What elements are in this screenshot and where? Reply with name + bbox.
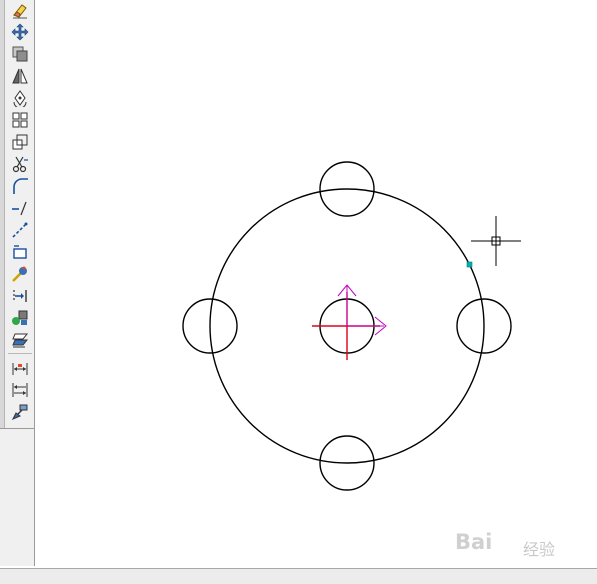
fillet-tool-button[interactable]	[10, 176, 30, 196]
explode-tool-button[interactable]	[10, 264, 30, 284]
status-bar	[0, 568, 597, 584]
watermark-subtext: 经验	[523, 540, 556, 559]
layer-icon	[12, 333, 29, 348]
dimension-tool-button[interactable]	[10, 359, 30, 379]
crosshair-cursor	[471, 216, 521, 266]
move-tool-button[interactable]	[10, 22, 30, 42]
scissors-icon	[12, 156, 28, 173]
mirror-icon	[12, 68, 28, 84]
toolbar-separator	[8, 353, 32, 354]
toolbar-grip[interactable]	[0, 0, 5, 428]
stretch-tool-button[interactable]	[10, 242, 30, 262]
dimension-icon	[12, 363, 28, 375]
extend-tool-button[interactable]	[10, 220, 30, 240]
layer-tool-button[interactable]	[10, 330, 30, 350]
copy-icon	[12, 46, 28, 62]
break-icon	[12, 201, 27, 216]
continue-dimension-tool-button[interactable]	[10, 380, 30, 400]
extend-icon	[12, 222, 28, 238]
paintbrush-icon	[11, 404, 28, 420]
break-tool-button[interactable]	[10, 198, 30, 218]
block-icon	[12, 310, 28, 325]
array-icon	[12, 112, 28, 128]
grip-point[interactable]	[466, 261, 473, 268]
ucs-icon	[312, 284, 387, 360]
block-tool-button[interactable]	[10, 308, 30, 328]
eraser-icon	[13, 4, 27, 19]
toolbar-end-line	[0, 428, 34, 429]
rotate-icon	[13, 90, 27, 107]
modify-toolbar	[0, 0, 35, 566]
drawing-canvas[interactable]	[36, 0, 597, 566]
format-painter-tool-button[interactable]	[10, 402, 30, 422]
scale-tool-button[interactable]	[10, 132, 30, 152]
explode-icon	[12, 266, 27, 282]
watermark-logo: Bai 经验	[455, 524, 585, 564]
mirror-tool-button[interactable]	[10, 66, 30, 86]
rotate-tool-button[interactable]	[10, 88, 30, 108]
drawing-svg	[182, 161, 521, 491]
stretch-icon	[13, 245, 27, 259]
fillet-icon	[13, 178, 28, 194]
align-tool-button[interactable]	[10, 286, 30, 306]
trim-tool-button[interactable]	[10, 154, 30, 174]
erase-tool-button[interactable]	[10, 0, 30, 20]
watermark-text: Bai	[455, 530, 493, 554]
scale-icon	[12, 134, 28, 150]
align-icon	[13, 290, 27, 302]
copy-tool-button[interactable]	[10, 44, 30, 64]
array-tool-button[interactable]	[10, 110, 30, 130]
move-icon	[11, 23, 29, 41]
continue-dimension-icon	[12, 383, 28, 397]
